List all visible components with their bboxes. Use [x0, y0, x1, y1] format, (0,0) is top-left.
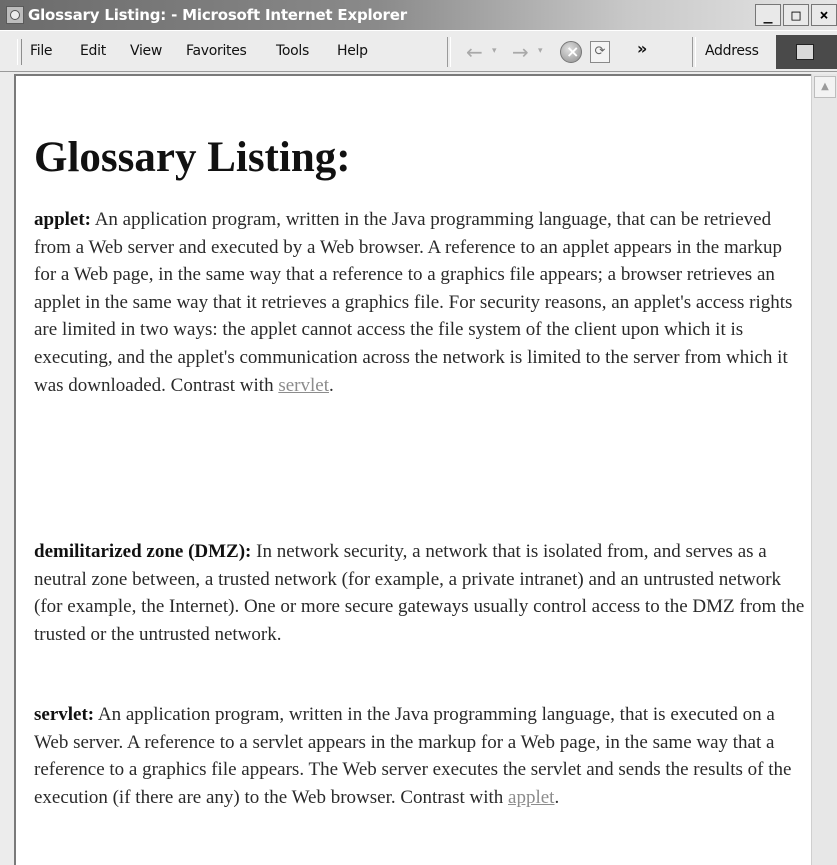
scroll-up-arrow-icon[interactable]: ▲ [814, 76, 836, 98]
glossary-term: applet: [34, 209, 91, 230]
menu-help[interactable]: Help [337, 43, 368, 59]
vertical-scrollbar[interactable]: ▲ [811, 74, 837, 865]
close-button[interactable]: × [811, 4, 837, 26]
servlet-link[interactable]: servlet [278, 375, 329, 396]
menu-view[interactable]: View [130, 43, 162, 59]
menu-edit[interactable]: Edit [80, 43, 106, 59]
toolbar-separator [447, 37, 451, 67]
menu-favorites[interactable]: Favorites [186, 43, 247, 59]
address-label: Address [705, 43, 759, 59]
toolbar-grip[interactable] [17, 39, 22, 65]
browser-window: Glossary Listing: - Microsoft Internet E… [0, 0, 837, 865]
maximize-button[interactable]: □ [783, 4, 809, 26]
content-viewport: Glossary Listing: applet: An application… [0, 72, 837, 865]
toolbar-separator [692, 37, 696, 67]
address-page-icon[interactable] [776, 35, 837, 69]
window-controls: _ □ × [755, 0, 837, 30]
applet-link[interactable]: applet [508, 787, 554, 808]
glossary-entry-applet: applet: An application program, written … [34, 206, 808, 399]
glossary-end: . [554, 786, 560, 808]
menu-toolbar: File Edit View Favorites Tools Help ← ▾ … [0, 30, 837, 72]
glossary-definition: An application program, written in the J… [34, 209, 793, 396]
glossary-entry-servlet: servlet: An application program, written… [34, 701, 808, 811]
glossary-definition: An application program, written in the J… [34, 704, 792, 808]
refresh-icon[interactable]: ⟳ [590, 41, 610, 63]
glossary-entry-dmz: demilitarized zone (DMZ): In network sec… [34, 538, 808, 648]
stop-icon[interactable] [560, 41, 582, 63]
window-title: Glossary Listing: - Microsoft Internet E… [28, 6, 407, 24]
forward-icon[interactable]: → [512, 40, 529, 64]
page-title: Glossary Listing: [34, 134, 351, 181]
back-dropdown-icon[interactable]: ▾ [492, 46, 497, 56]
back-icon[interactable]: ← [466, 40, 483, 64]
ie-logo-icon [6, 6, 24, 24]
title-bar[interactable]: Glossary Listing: - Microsoft Internet E… [0, 0, 837, 30]
minimize-button[interactable]: _ [755, 4, 781, 26]
glossary-term: servlet: [34, 704, 95, 725]
web-page: Glossary Listing: applet: An application… [14, 74, 811, 865]
menu-tools[interactable]: Tools [276, 43, 309, 59]
glossary-term: demilitarized zone (DMZ): [34, 541, 252, 562]
forward-dropdown-icon[interactable]: ▾ [538, 46, 543, 56]
menu-file[interactable]: File [30, 43, 53, 59]
glossary-end: . [328, 374, 334, 396]
more-chevron-icon[interactable]: » [637, 39, 647, 58]
